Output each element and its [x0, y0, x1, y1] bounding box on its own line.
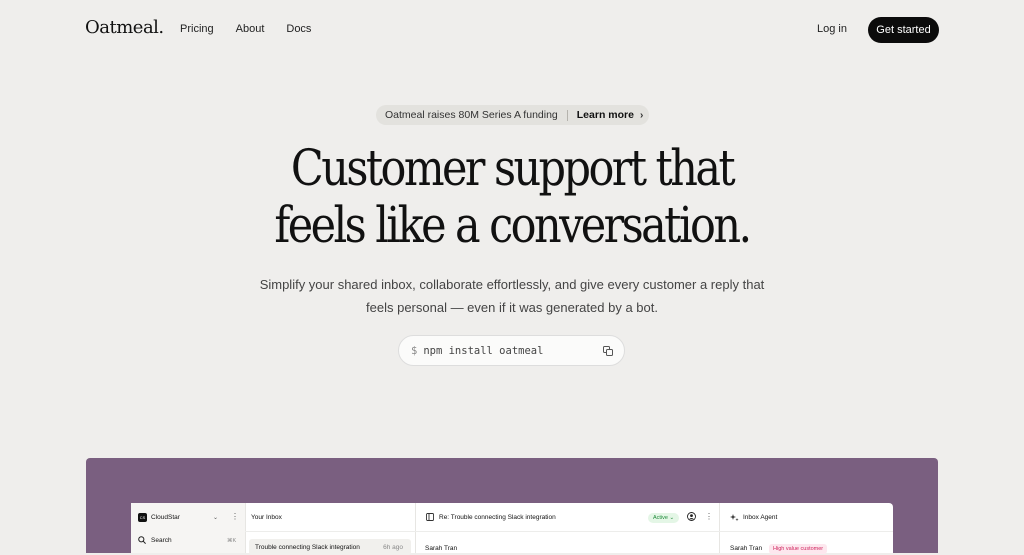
app-preview: CS CloudStar ⌄ ⋮ Search ⌘K Your Inbox Tr… [131, 503, 893, 555]
status-badge[interactable]: Active ⌄ [648, 513, 680, 523]
logo[interactable]: Oatmeal. [85, 17, 164, 38]
agent-header: Inbox Agent [719, 503, 893, 532]
thread-title: Trouble connecting Slack integration [255, 544, 360, 551]
hero-headline: Customer support that feels like a conve… [72, 140, 953, 254]
search-label: Search [151, 536, 172, 544]
more-vertical-icon[interactable]: ⋮ [231, 512, 239, 521]
subtitle-line-2: feels personal — even if it was generate… [366, 300, 658, 315]
nav-links: Pricing About Docs [180, 23, 311, 35]
nav-link-about[interactable]: About [236, 23, 265, 35]
chevron-down-icon: ⌄ [667, 515, 675, 521]
search-shortcut: ⌘K [227, 538, 237, 544]
message-sender: Sarah Tran [425, 545, 458, 552]
chevron-right-icon: › [639, 109, 644, 121]
nav-link-pricing[interactable]: Pricing [180, 23, 214, 35]
headline-line-1: Customer support that [290, 139, 736, 197]
preview-conversation: Re: Trouble connecting Slack integration… [415, 503, 720, 553]
inbox-header: Your Inbox [245, 503, 415, 532]
preview-inbox: Your Inbox Trouble connecting Slack inte… [245, 503, 416, 555]
thread-time: 6h ago [383, 544, 403, 551]
headline-line-2: feels like a conversation. [274, 196, 752, 254]
chevron-down-icon[interactable]: ⌄ [213, 514, 218, 521]
inbox-title: Your Inbox [251, 513, 282, 521]
sparkle-icon [730, 513, 739, 521]
learn-more-link[interactable]: Learn more [577, 109, 634, 121]
workspace-badge: CS [138, 512, 147, 522]
nav-link-docs[interactable]: Docs [286, 23, 311, 35]
sidebar-search[interactable]: Search [138, 536, 172, 544]
sidebar-toggle-icon[interactable] [426, 513, 434, 521]
agent-sender: Sarah Tran [730, 545, 763, 552]
get-started-button[interactable]: Get started [868, 17, 939, 43]
user-circle-icon[interactable] [687, 512, 696, 521]
top-nav: Oatmeal. Pricing About Docs Log in Get s… [0, 0, 1024, 60]
preview-agent-panel: Inbox Agent Sarah Tran High value custom… [719, 503, 893, 554]
conversation-title: Re: Trouble connecting Slack integration [439, 513, 556, 521]
workspace-name: CloudStar [151, 513, 180, 521]
workspace-switcher[interactable]: CS CloudStar [131, 503, 245, 531]
search-icon [138, 536, 146, 544]
copy-icon[interactable] [603, 346, 613, 356]
npm-install-box[interactable]: $ npm install oatmeal [398, 335, 625, 366]
status-label: Active [653, 515, 668, 521]
agent-title: Inbox Agent [743, 513, 778, 521]
preview-sidebar: CS CloudStar ⌄ ⋮ Search ⌘K [131, 503, 246, 553]
prompt-symbol: $ [411, 344, 418, 357]
hero-subtitle: Simplify your shared inbox, collaborate … [0, 273, 1024, 319]
npm-command: npm install oatmeal [423, 344, 544, 357]
announcement-pill[interactable]: Oatmeal raises 80M Series A funding Lear… [376, 105, 649, 125]
more-vertical-icon[interactable]: ⋮ [705, 512, 713, 521]
subtitle-line-1: Simplify your shared inbox, collaborate … [259, 277, 765, 292]
login-link[interactable]: Log in [817, 23, 847, 35]
divider [566, 109, 568, 121]
announcement-text: Oatmeal raises 80M Series A funding [385, 109, 558, 121]
